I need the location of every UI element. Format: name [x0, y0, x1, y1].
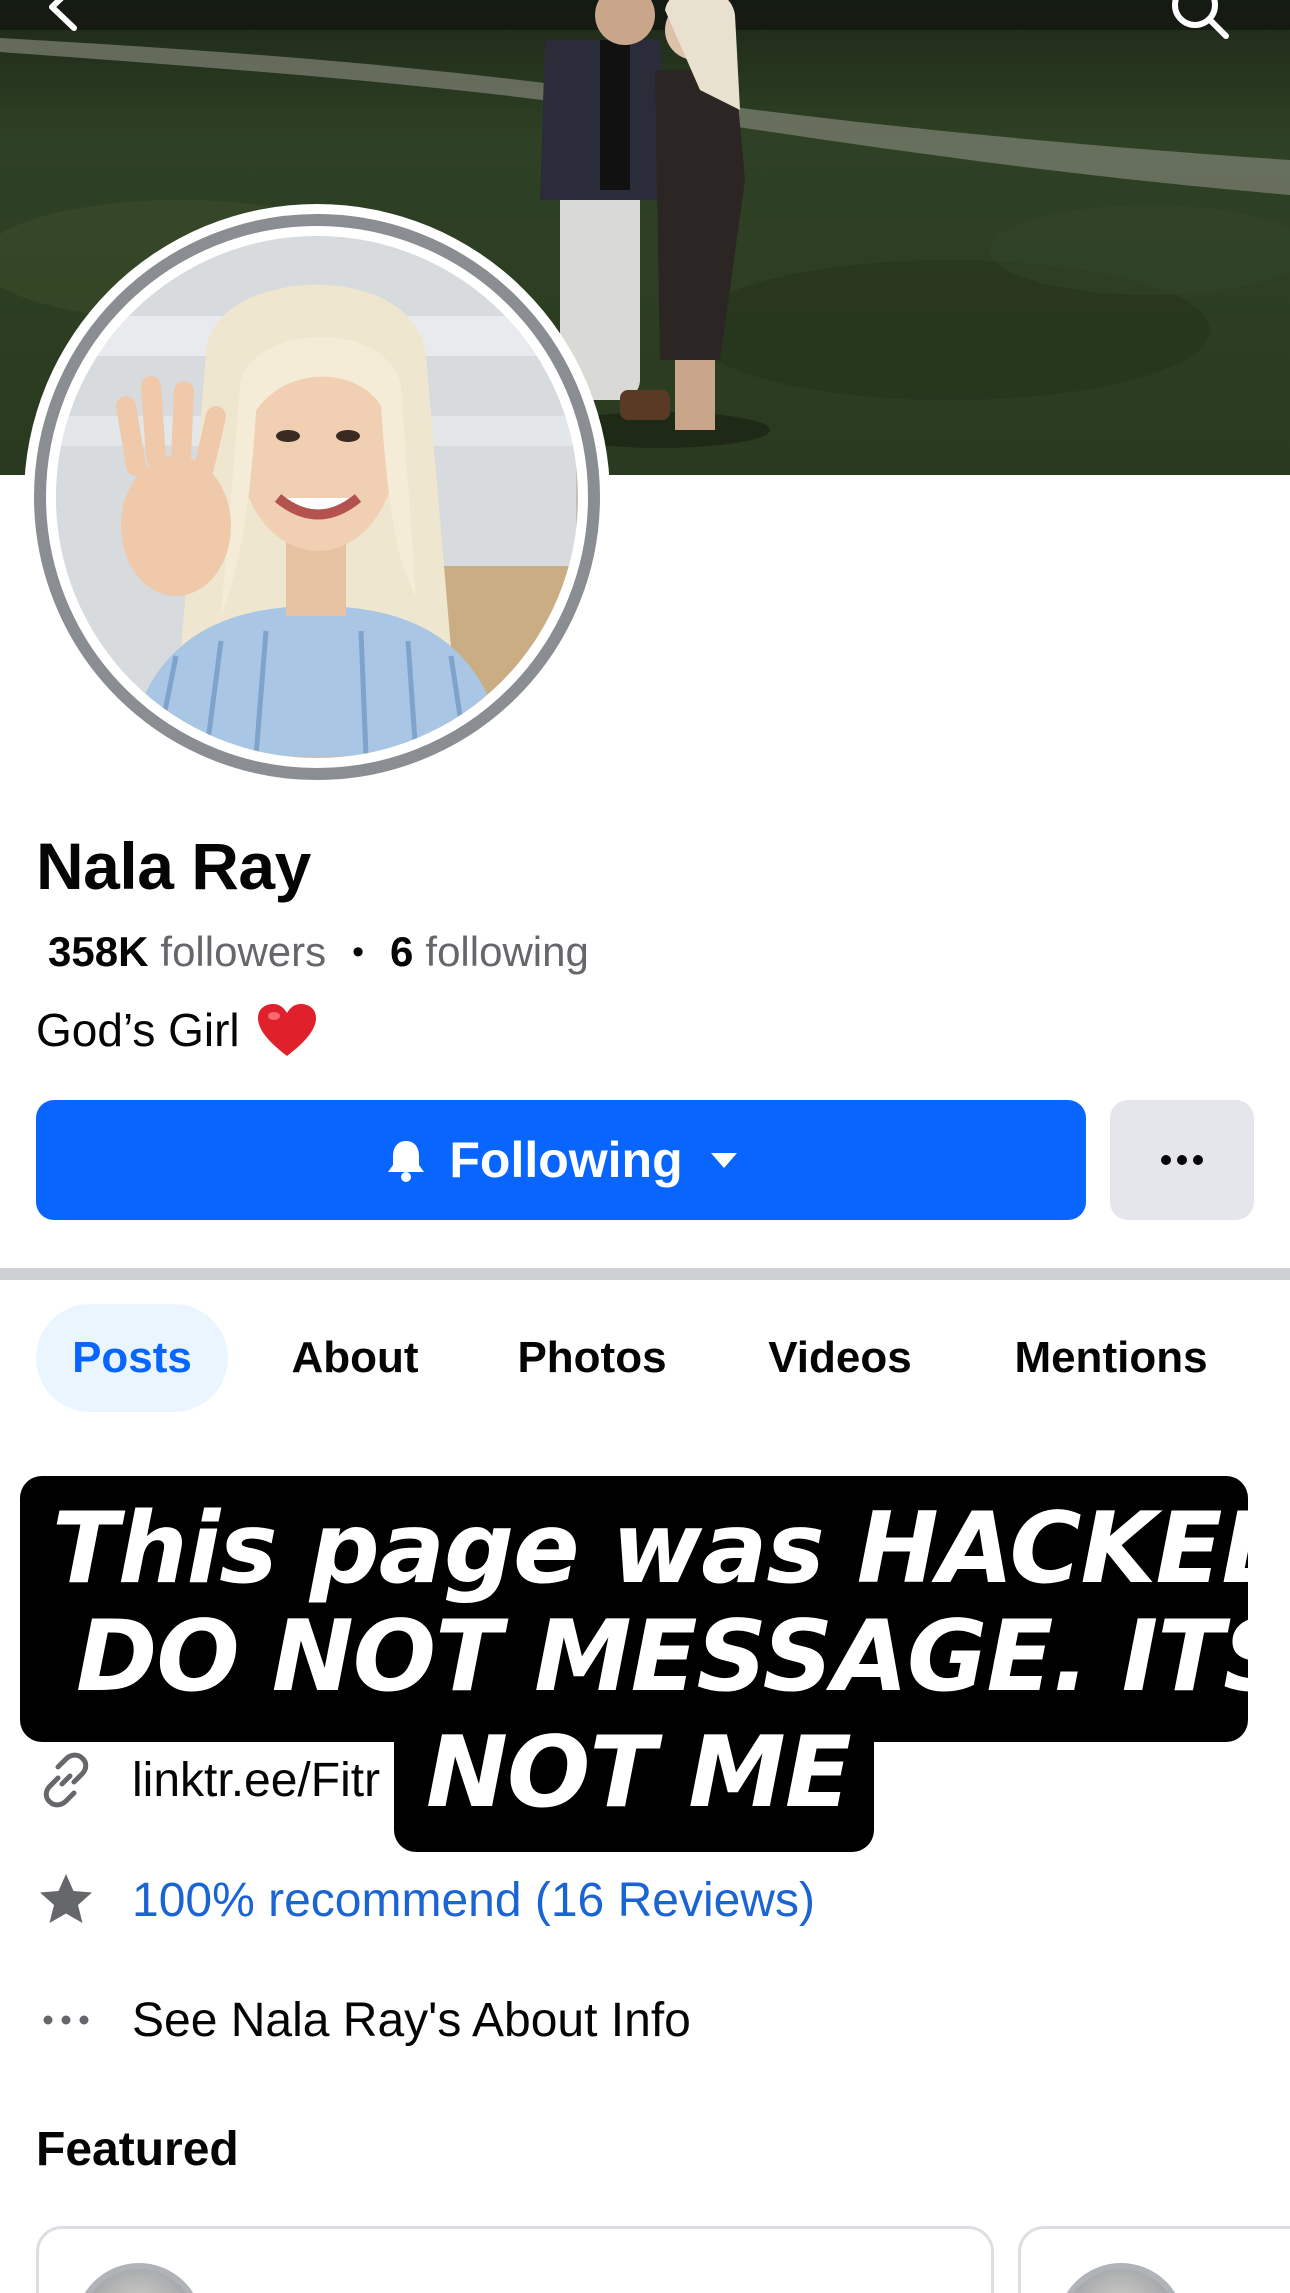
tab-videos[interactable]: Videos [750, 1304, 930, 1412]
avatar-portrait [56, 236, 576, 756]
featured-card[interactable] [1018, 2226, 1290, 2293]
profile-name: Nala Ray [36, 829, 311, 903]
about-info-row[interactable]: See Nala Ray's About Info [36, 1990, 691, 2050]
avatar-story-ring [34, 214, 600, 780]
profile-bio: God’s Girl [36, 1002, 318, 1058]
banner-line-3: NOT ME [426, 1716, 852, 1830]
following-count[interactable]: 6 [390, 928, 413, 976]
caret-down-icon [710, 1153, 737, 1168]
link-icon [43, 1752, 89, 1808]
following-button[interactable]: Following [36, 1100, 1086, 1220]
profile-page: Nala Ray 358K followers • 6 following Go… [0, 0, 1290, 2293]
chevron-left-icon [49, 0, 77, 31]
tab-photos[interactable]: Photos [500, 1304, 684, 1412]
tab-mentions[interactable]: Mentions [996, 1304, 1226, 1412]
tab-posts[interactable]: Posts [36, 1304, 228, 1412]
profile-tabs: Posts About Photos Videos Mentions [0, 1304, 1290, 1414]
featured-card-thumbnail [75, 2263, 203, 2293]
about-info-link[interactable]: See Nala Ray's About Info [132, 1993, 691, 2048]
search-button[interactable] [1168, 0, 1238, 48]
heart-emoji-icon [257, 1004, 316, 1056]
profile-stats: 358K followers • 6 following [48, 928, 589, 976]
recommend-link[interactable]: 100% recommend (16 Reviews) [132, 1873, 815, 1928]
section-divider [0, 1268, 1290, 1280]
bell-icon [388, 1141, 425, 1182]
separator-dot: • [352, 932, 365, 971]
star-icon [40, 1874, 92, 1923]
avatar-photo [56, 236, 578, 758]
link-row[interactable]: linktr.ee/Fitr [36, 1750, 380, 1810]
followers-count[interactable]: 358K [48, 928, 148, 976]
back-button[interactable] [44, 0, 104, 42]
website-link[interactable]: linktr.ee/Fitr [132, 1753, 380, 1808]
featured-card-thumbnail [1057, 2263, 1185, 2293]
following-button-label: Following [449, 1132, 683, 1188]
tab-about[interactable]: About [270, 1304, 440, 1412]
followers-label[interactable]: followers [160, 928, 326, 976]
banner-line-1: This page was HACKED [52, 1492, 1290, 1606]
profile-avatar[interactable] [24, 204, 610, 790]
recommend-row[interactable]: 100% recommend (16 Reviews) [36, 1870, 815, 1930]
banner-line-2: DO NOT MESSAGE. ITS [76, 1600, 1290, 1714]
bio-text: God’s Girl [36, 1004, 240, 1056]
search-icon [1172, 0, 1229, 39]
featured-heading: Featured [36, 2123, 239, 2176]
ellipsis-icon [43, 2015, 89, 2025]
featured-card[interactable] [36, 2226, 994, 2293]
more-options-button[interactable] [1110, 1100, 1254, 1220]
following-label[interactable]: following [425, 928, 588, 976]
more-dots-icon [1161, 1155, 1203, 1165]
